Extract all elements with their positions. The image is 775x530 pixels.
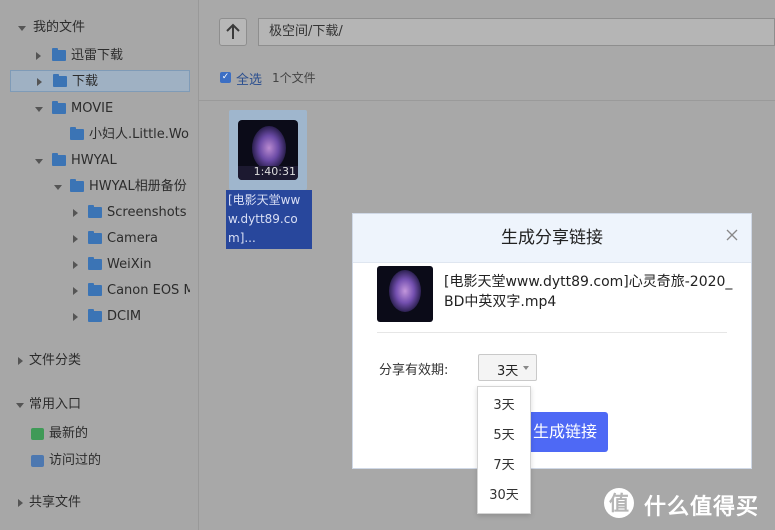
section-label: 常用入口 — [29, 397, 82, 412]
section-file-categories[interactable]: 文件分类 — [0, 350, 190, 372]
tree-label: DCIM — [107, 309, 142, 324]
collapse-icon[interactable] — [73, 235, 78, 243]
folder-icon — [88, 309, 102, 322]
expiry-option-30d[interactable]: 30天 — [478, 481, 530, 511]
expiry-option-7d[interactable]: 7天 — [478, 451, 530, 481]
collapse-icon[interactable] — [73, 261, 78, 269]
section-label: 共享文件 — [29, 495, 82, 510]
tree-item-screenshots[interactable]: Screenshots — [0, 202, 190, 224]
visited-icon — [31, 455, 44, 467]
expand-icon[interactable] — [35, 107, 43, 112]
dialog-divider — [377, 332, 727, 333]
collapse-icon[interactable] — [73, 313, 78, 321]
watermark: 值 什么值得买 — [604, 488, 774, 520]
tree-item-hwyal-album[interactable]: HWYAL相册备份 — [0, 176, 190, 198]
collapse-icon[interactable] — [73, 287, 78, 295]
collapse-icon[interactable] — [18, 499, 23, 507]
folder-icon — [70, 127, 84, 140]
tree-label: 我的文件 — [33, 20, 86, 35]
sidebar-item-visited[interactable]: 访问过的 — [0, 450, 190, 472]
folder-icon — [52, 101, 66, 114]
tree-label: 最新的 — [49, 426, 89, 441]
tree-label: 访问过的 — [49, 453, 102, 468]
expiry-option-5d[interactable]: 5天 — [478, 421, 530, 451]
dialog-title: 生成分享链接 — [501, 228, 603, 248]
dialog-header: 生成分享链接 — [353, 214, 751, 263]
select-all-label[interactable]: 全选 — [236, 69, 262, 88]
tree-label: Camera — [107, 231, 159, 246]
folder-icon — [70, 179, 84, 192]
dialog-file-name: [电影天堂www.dytt89.com]心灵奇旅-2020_BD中英双字.mp4 — [444, 274, 733, 310]
expiry-label: 分享有效期: — [379, 363, 449, 378]
tree-item-xunlei[interactable]: 迅雷下载 — [0, 45, 190, 67]
arrow-up-icon — [226, 23, 240, 39]
select-all-checkbox[interactable]: ✓ — [220, 72, 231, 83]
dialog-video-thumbnail — [377, 266, 433, 322]
tree-label: Screenshots — [107, 205, 187, 220]
file-count: 1个文件 — [272, 71, 316, 85]
collapse-icon[interactable] — [36, 52, 41, 60]
watermark-logo-icon: 值 — [604, 488, 634, 518]
file-name[interactable]: [电影天堂www.dytt89.com]... — [226, 190, 312, 249]
close-icon[interactable] — [725, 228, 739, 242]
folder-icon — [52, 153, 66, 166]
tree-item-weixin[interactable]: WeiXin — [0, 254, 190, 276]
expand-icon[interactable] — [54, 185, 62, 190]
tree-label: MOVIE — [71, 101, 114, 116]
share-link-dialog: 生成分享链接 [电影天堂www.dytt89.com]心灵奇旅-2020_BD中… — [352, 213, 752, 469]
tree-label: 小妇人.Little.Wor — [89, 127, 190, 142]
expiry-option-3d[interactable]: 3天 — [478, 391, 530, 421]
generate-link-button[interactable]: 生成链接 — [522, 412, 608, 452]
up-button[interactable] — [219, 18, 247, 46]
folder-icon — [88, 257, 102, 270]
file-item[interactable]: 1:40:31 — [229, 110, 307, 190]
tree-item-dcim[interactable]: DCIM — [0, 306, 190, 328]
folder-icon — [88, 283, 102, 296]
section-shared-files[interactable]: 共享文件 — [0, 492, 190, 514]
tree-label: HWYAL相册备份 — [89, 179, 187, 194]
path-input[interactable]: 极空间/下载/ — [258, 18, 775, 46]
watermark-glyph: 值 — [609, 491, 629, 515]
recent-icon — [31, 428, 44, 440]
tree-item-hwyal[interactable]: HWYAL — [0, 150, 190, 172]
tree-item-camera[interactable]: Camera — [0, 228, 190, 250]
video-thumbnail: 1:40:31 — [238, 120, 298, 180]
chevron-down-icon — [523, 366, 529, 370]
tree-item-little-women[interactable]: 小妇人.Little.Wor — [0, 124, 190, 146]
expand-icon[interactable] — [18, 26, 26, 31]
expiry-value: 3天 — [497, 364, 519, 379]
tree-label: WeiXin — [107, 257, 152, 272]
folder-icon — [88, 231, 102, 244]
expand-icon[interactable] — [35, 159, 43, 164]
collapse-icon[interactable] — [37, 78, 42, 86]
tree-root-my-files[interactable]: 我的文件 — [0, 17, 190, 39]
video-duration: 1:40:31 — [253, 165, 296, 178]
section-common-entry[interactable]: 常用入口 — [0, 394, 190, 416]
tree-label: 迅雷下载 — [71, 48, 124, 63]
tree-item-movie[interactable]: MOVIE — [0, 98, 190, 120]
expiry-select[interactable]: 3天 — [478, 354, 537, 381]
folder-icon — [88, 205, 102, 218]
folder-icon — [52, 48, 66, 61]
expand-icon[interactable] — [16, 403, 24, 408]
sidebar-item-recent[interactable]: 最新的 — [0, 423, 190, 445]
collapse-icon[interactable] — [18, 357, 23, 365]
tree-label: HWYAL — [71, 153, 117, 168]
sidebar: 我的文件 迅雷下载 下载 MOVIE 小妇人.Little.Wor HWYAL … — [0, 0, 198, 530]
tree-item-canon[interactable]: Canon EOS M — [0, 280, 190, 302]
toolbar: 极空间/下载/ ✓ 全选 1个文件 — [199, 0, 775, 101]
section-label: 文件分类 — [29, 353, 82, 368]
tree-label: 下载 — [72, 74, 99, 89]
expiry-dropdown: 3天 5天 7天 30天 — [477, 386, 531, 514]
thumbnail-art — [389, 270, 421, 312]
tree-item-downloads[interactable]: 下载 — [10, 70, 190, 92]
thumbnail-art — [252, 126, 286, 170]
folder-icon — [53, 74, 67, 87]
watermark-text: 什么值得买 — [644, 495, 760, 520]
tree-label: Canon EOS M — [107, 283, 190, 298]
collapse-icon[interactable] — [73, 209, 78, 217]
